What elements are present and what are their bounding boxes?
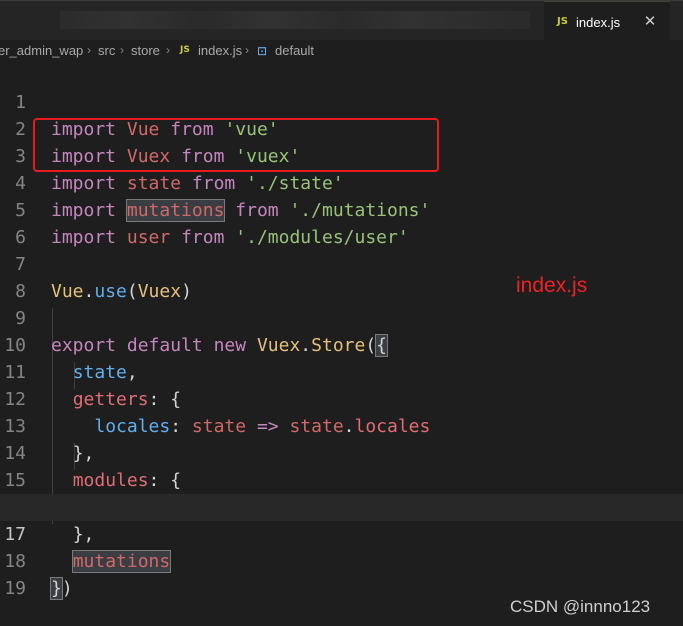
breadcrumb-item-store[interactable]: store [131,43,160,59]
code-line[interactable]: 3 import state from './state' [0,116,683,194]
js-file-icon: JS [557,16,568,27]
code-line[interactable]: 19 [0,548,683,599]
watermark: CSDN @innno123 [510,597,651,616]
code-line[interactable]: 14 modules: { [0,413,683,491]
code-line[interactable]: 13 }, [0,386,683,464]
line-number: 19 [4,578,26,599]
breadcrumb: er_admin_wap › src › store › JS index.js… [0,40,683,62]
code-line-current[interactable]: 17 mutations [0,494,683,573]
close-icon[interactable]: ✕ [642,12,658,30]
code-line[interactable]: 12 locales: state => state.locales [0,359,683,437]
breadcrumb-item-src[interactable]: src [98,43,115,59]
code-line[interactable]: 5 import user from './modules/user' [0,170,683,248]
tab-index-js[interactable]: JS index.js ✕ [544,1,670,41]
code-line[interactable]: 18 }) [0,521,683,600]
breadcrumb-separator: › [166,43,170,57]
breadcrumb-item-folder[interactable]: er_admin_wap [0,43,83,59]
breadcrumb-item-file[interactable]: index.js [198,43,242,59]
code-line[interactable]: 2 import Vuex from 'vuex' [0,89,683,167]
annotation-label: index.js [516,274,588,297]
code-line[interactable]: 7 Vue.use(Vuex) [0,224,683,302]
code-line[interactable]: 10 state, [0,305,683,383]
editor-window: JS index.js ✕ er_admin_wap › src › store… [0,0,683,626]
code-line[interactable]: 6 [0,197,683,248]
code-editor[interactable]: 1 import Vue from 'vue' 2 import Vuex fr… [0,62,683,626]
js-file-icon: JS [180,45,190,55]
code-line[interactable]: 16 }, [0,467,683,545]
tab-bar: JS index.js ✕ [0,0,683,41]
code-line[interactable]: 1 import Vue from 'vue' [0,62,683,140]
blurred-tabs [60,11,530,29]
tab-label: index.js [576,15,621,30]
code-line[interactable]: 11 getters: { [0,332,683,410]
code-line[interactable]: 15 user [0,440,683,518]
breadcrumb-separator: › [87,43,91,57]
breadcrumb-item-symbol[interactable]: default [275,43,314,59]
breadcrumb-separator: › [120,43,124,57]
code-line[interactable]: 4 import mutations from './mutations' [0,143,683,222]
symbol-icon: ⊡ [257,44,268,58]
breadcrumb-separator: › [245,43,249,57]
